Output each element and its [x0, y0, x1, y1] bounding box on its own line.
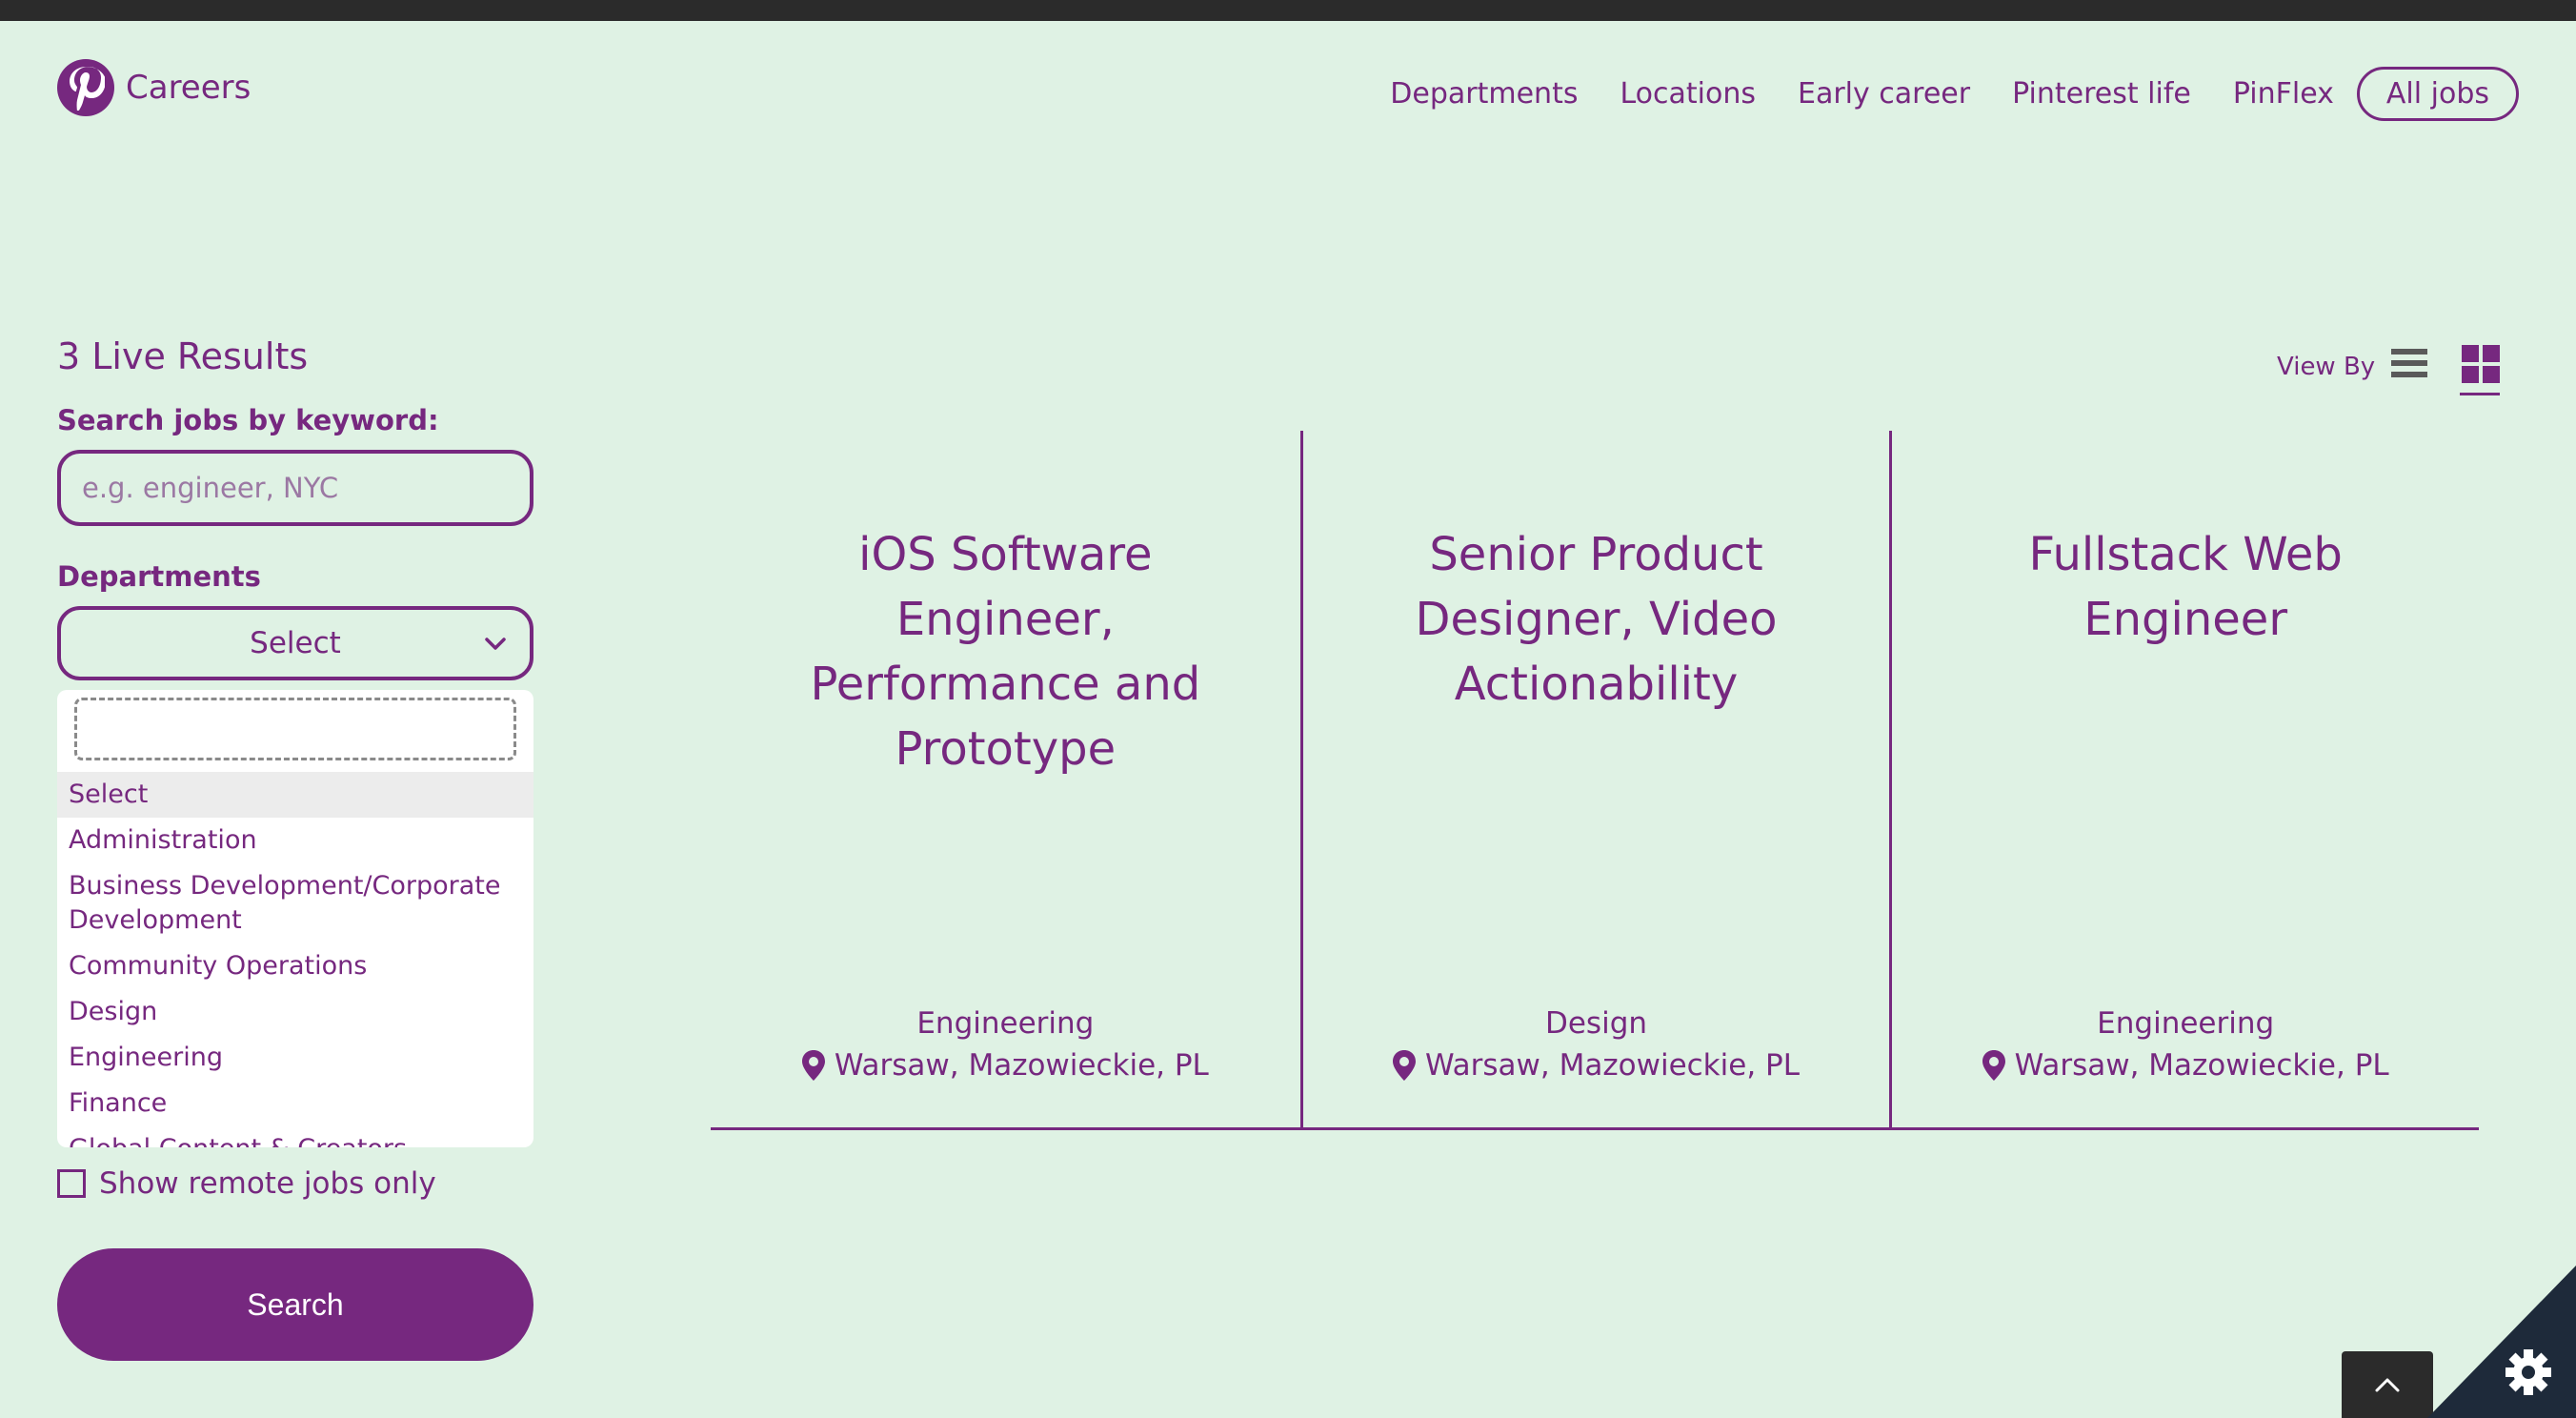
departments-select-value: Select: [250, 626, 341, 660]
active-view-indicator: [2460, 393, 2500, 395]
job-location: Warsaw, Mazowieckie, PL: [1892, 1048, 2479, 1083]
nav-all-jobs-button[interactable]: All jobs: [2356, 67, 2519, 121]
view-by-label: View By: [2277, 353, 2376, 381]
pinterest-logo-icon: [57, 59, 114, 116]
job-card[interactable]: Senior Product Designer, Video Actionabi…: [1299, 431, 1890, 1127]
nav-pinterest-life[interactable]: Pinterest life: [2012, 77, 2191, 111]
chevron-down-icon: [482, 631, 509, 665]
job-location-text: Warsaw, Mazowieckie, PL: [2014, 1048, 2389, 1083]
job-location: Warsaw, Mazowieckie, PL: [711, 1048, 1300, 1083]
job-location-text: Warsaw, Mazowieckie, PL: [834, 1048, 1209, 1083]
job-title[interactable]: Fullstack Web Engineer: [1949, 522, 2422, 652]
dropdown-option[interactable]: Select: [57, 772, 533, 818]
job-title[interactable]: Senior Product Designer, Video Actionabi…: [1360, 522, 1833, 717]
dropdown-option[interactable]: Administration: [57, 818, 533, 863]
location-pin-icon: [1982, 1050, 2005, 1081]
browser-top-bar: [0, 0, 2576, 21]
job-title[interactable]: iOS Software Engineer, Performance and P…: [768, 522, 1243, 781]
search-keyword-label: Search jobs by keyword:: [57, 404, 439, 436]
cookie-settings-button[interactable]: [2427, 1266, 2576, 1418]
careers-logo-link[interactable]: Careers: [57, 59, 251, 116]
back-to-top-button[interactable]: [2342, 1351, 2433, 1418]
nav-departments[interactable]: Departments: [1390, 77, 1578, 111]
results-count: 3 Live Results: [57, 335, 309, 377]
keyword-search-input[interactable]: [57, 450, 533, 526]
departments-select[interactable]: Select: [57, 606, 533, 680]
careers-brand-text: Careers: [126, 69, 252, 107]
dropdown-search-input[interactable]: [74, 698, 516, 760]
job-department: Design: [1544, 1006, 1648, 1041]
nav-pinflex[interactable]: PinFlex: [2233, 77, 2334, 111]
search-button[interactable]: Search: [57, 1248, 533, 1361]
nav-locations[interactable]: Locations: [1620, 77, 1756, 111]
chevron-up-icon: [2375, 1378, 2400, 1392]
departments-dropdown: Select Administration Business Developme…: [57, 690, 533, 1147]
nav-early-career[interactable]: Early career: [1798, 77, 1970, 111]
remote-label: Show remote jobs only: [99, 1166, 436, 1201]
job-department: Engineering: [2097, 1006, 2275, 1041]
location-pin-icon: [801, 1050, 825, 1081]
main-nav: Departments Locations Early career Pinte…: [1348, 67, 2519, 121]
dropdown-options-list: Select Administration Business Developme…: [57, 772, 533, 1147]
list-view-icon[interactable]: [2391, 347, 2427, 383]
job-card[interactable]: Fullstack Web Engineer Engineering Warsa…: [1889, 431, 2479, 1127]
departments-label: Departments: [57, 560, 261, 593]
location-pin-icon: [1393, 1050, 1416, 1081]
remote-checkbox[interactable]: [57, 1169, 86, 1198]
dropdown-option[interactable]: Finance: [57, 1081, 533, 1126]
grid-view-icon[interactable]: [2462, 345, 2500, 387]
job-department: Engineering: [916, 1006, 1095, 1041]
job-location-text: Warsaw, Mazowieckie, PL: [1425, 1048, 1800, 1083]
dropdown-option[interactable]: Community Operations: [57, 943, 533, 989]
job-cards-grid: iOS Software Engineer, Performance and P…: [711, 431, 2479, 1130]
gear-icon: [2506, 1349, 2551, 1395]
job-location: Warsaw, Mazowieckie, PL: [1303, 1048, 1890, 1083]
job-card[interactable]: iOS Software Engineer, Performance and P…: [711, 431, 1300, 1127]
dropdown-option[interactable]: Design: [57, 989, 533, 1035]
dropdown-option[interactable]: Global Content & Creators: [57, 1126, 533, 1147]
dropdown-option[interactable]: Business Development/Corporate Developme…: [57, 863, 533, 943]
remote-jobs-toggle[interactable]: Show remote jobs only: [57, 1166, 436, 1201]
dropdown-option[interactable]: Engineering: [57, 1035, 533, 1081]
